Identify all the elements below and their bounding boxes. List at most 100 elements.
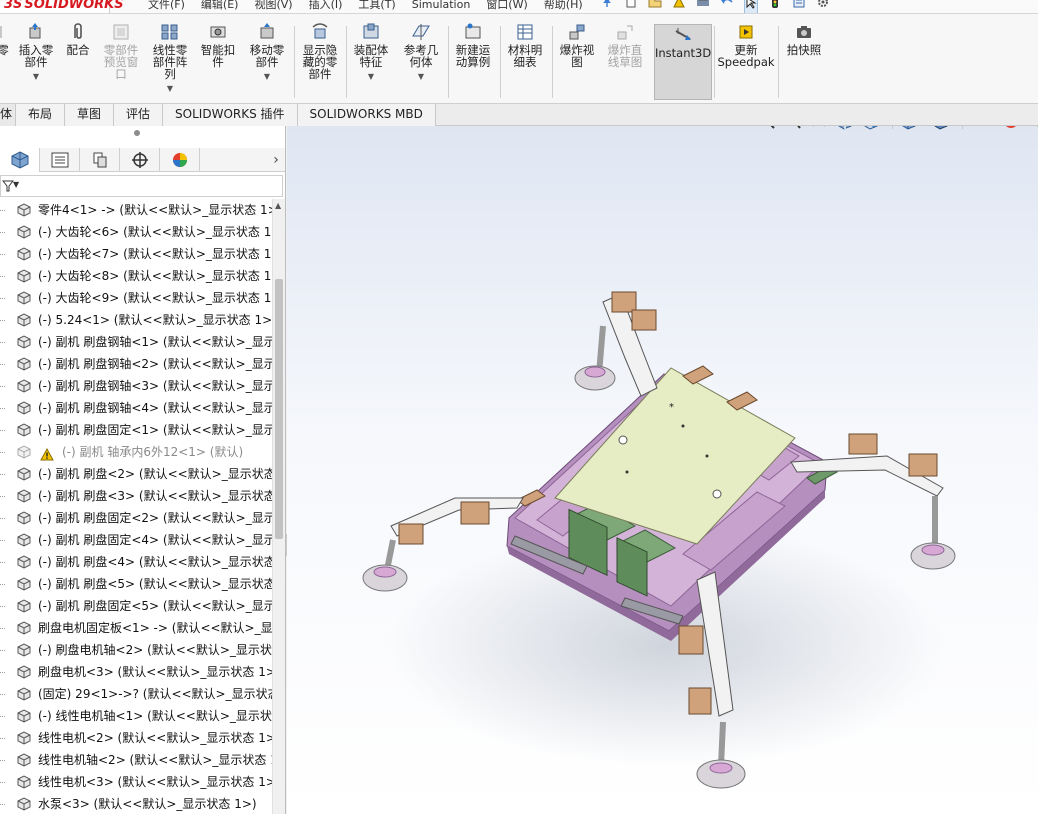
crosshair-icon (131, 152, 148, 168)
tree-item[interactable]: (-) 大齿轮<7> (默认<<默认>_显示状态 1> (0, 243, 273, 265)
chevron-right-icon[interactable]: › (267, 148, 285, 171)
move-component-button[interactable]: 移动零 部件 ▼ (244, 22, 290, 100)
tree-item[interactable]: (-) 副机 刷盘<5> (默认<<默认>_显示状态 (0, 573, 273, 595)
rebuild-warning-icon[interactable] (672, 0, 686, 13)
menu-simulation[interactable]: Simulation (404, 0, 479, 13)
traffic-light-icon[interactable] (768, 0, 782, 13)
tree-item[interactable]: (-) 副机 刷盘固定<5> (默认<<默认>_显示状 (0, 595, 273, 617)
chevron-down-icon[interactable]: ▼ (146, 83, 194, 95)
assembly-model[interactable]: * (287, 126, 1038, 814)
undo-icon[interactable] (720, 0, 734, 13)
tree-item[interactable]: (-) 刷盘电机轴<2> (默认<<默认>_显示状态 (0, 639, 273, 661)
menu-edit[interactable]: 编辑(E) (193, 0, 247, 13)
exploded-view-button[interactable]: 爆炸视 图 (554, 22, 600, 100)
pin-icon[interactable] (600, 0, 614, 13)
chevron-down-icon[interactable]: ▼ (348, 71, 394, 83)
tree-item[interactable]: (-) 副机 刷盘固定<2> (默认<<默认>_显示状 (0, 507, 273, 529)
tree-item[interactable]: 线性电机<3> (默认<<默认>_显示状态 1>) (0, 771, 273, 793)
tree-item[interactable]: (-) 副机 刷盘钢轴<3> (默认<<默认>_显示状 (0, 375, 273, 397)
tree-item[interactable]: (-) 线性电机轴<1> (默认<<默认>_显示状态 (0, 705, 273, 727)
tree-item[interactable]: (-) 副机 刷盘固定<4> (默认<<默认>_显示状 (0, 529, 273, 551)
chevron-down-icon[interactable]: ▼ (398, 71, 444, 83)
tab-solidworks-mbd[interactable]: SOLIDWORKS MBD (297, 104, 436, 126)
menu-view[interactable]: 视图(V) (246, 0, 300, 13)
tab-solidworks-addins[interactable]: SOLIDWORKS 插件 (163, 104, 298, 126)
bill-of-materials-button[interactable]: 材料明 细表 (502, 22, 548, 100)
file-properties-icon[interactable] (792, 0, 806, 13)
tree-item[interactable]: (固定) 29<1>->? (默认<<默认>_显示状态 (0, 683, 273, 705)
graphics-area[interactable]: ▼ ▼ ▼ ▼ ▼ (287, 126, 1038, 814)
chevron-down-icon[interactable]: ▼ (244, 71, 290, 83)
tab-featuremanager[interactable] (0, 148, 40, 172)
tree-item-label: (-) 刷盘电机轴<2> (默认<<默认>_显示状态 (38, 643, 273, 657)
panel-collapse-handle[interactable] (134, 130, 140, 136)
tree-item[interactable]: 零件4<1> -> (默认<<默认>_显示状态 1>) (0, 199, 273, 221)
leg-back[interactable] (574, 291, 658, 397)
chevron-down-icon[interactable]: ▼ (14, 71, 58, 83)
update-speedpak-button[interactable]: 更新 Speedpak (716, 22, 776, 100)
tab-layout[interactable]: 布局 (16, 104, 66, 126)
tree-item[interactable]: (-) 大齿轮<8> (默认<<默认>_显示状态 1> (0, 265, 273, 287)
smart-fasteners-button[interactable]: 智能扣 件 (196, 22, 240, 100)
tree-item[interactable]: 线性电机轴<2> (默认<<默认>_显示状态 1 (0, 749, 273, 771)
tree-filter-bar[interactable]: ▼ (0, 175, 283, 197)
tab-sketch[interactable]: 草图 (65, 104, 115, 126)
assembly-features-button[interactable]: 装配体 特征 ▼ (348, 22, 394, 100)
component-preview-button[interactable]: 零部件 预览窗 口 (98, 22, 144, 100)
show-hidden-components-button[interactable]: 显示隐 藏的零 部件 (298, 22, 342, 100)
chevron-down-icon[interactable]: ▼ (13, 180, 19, 189)
mate-button[interactable]: 配合 (60, 22, 96, 100)
solidworks-logo[interactable]: 3S SOLIDWORKS (0, 0, 124, 13)
tree-item[interactable]: (-) 副机 刷盘固定<1> (默认<<默认>_显示状 (0, 419, 273, 441)
tree-item[interactable]: (-) 副机 轴承内6外12<1> (默认) (0, 441, 273, 463)
tab-displaymanager[interactable] (160, 148, 200, 172)
tab-dimxpertmanager[interactable] (120, 148, 160, 172)
main-menu: 文件(F) 编辑(E) 视图(V) 插入(I) 工具(T) Simulation… (140, 0, 591, 13)
options-gear-icon[interactable] (816, 0, 830, 13)
linear-component-pattern-button[interactable]: 线性零 部件阵 列 ▼ (146, 22, 194, 100)
tree-item[interactable]: 刷盘电机固定板<1> -> (默认<<默认>_显示 (0, 617, 273, 639)
explode-line-sketch-button[interactable]: 爆炸直 线草图 (602, 22, 648, 100)
tree-item[interactable]: (-) 5.24<1> (默认<<默认>_显示状态 1>) (0, 309, 273, 331)
tree-item[interactable]: (-) 副机 刷盘<2> (默认<<默认>_显示状态 (0, 463, 273, 485)
tab-assembly[interactable]: 体 (0, 104, 16, 126)
tree-item[interactable]: (-) 大齿轮<6> (默认<<默认>_显示状态 1> (0, 221, 273, 243)
tree-item[interactable]: 线性电机<2> (默认<<默认>_显示状态 1>) (0, 727, 273, 749)
insert-components-button[interactable]: 插入零 部件 ▼ (14, 22, 58, 100)
reference-geometry-button[interactable]: 参考几 何体 ▼ (398, 22, 444, 100)
part-component-icon (16, 796, 32, 814)
scroll-up-icon[interactable]: ▲ (275, 201, 281, 210)
open-icon[interactable] (648, 0, 662, 13)
select-icon[interactable] (744, 0, 758, 13)
take-snapshot-button[interactable]: 拍快照 (780, 22, 828, 100)
tree-item-label: 线性电机<2> (默认<<默认>_显示状态 1>) (38, 731, 273, 745)
tree-item[interactable]: (-) 副机 刷盘钢轴<1> (默认<<默认>_显示状 (0, 331, 273, 353)
menu-file[interactable]: 文件(F) (140, 0, 193, 13)
tree-item[interactable]: 刷盘电机<3> (默认<<默认>_显示状态 1>) (0, 661, 273, 683)
tree-item-label: (-) 副机 刷盘<5> (默认<<默认>_显示状态 (38, 577, 273, 591)
new-motion-study-button[interactable]: 新建运 动算例 (450, 22, 496, 100)
tab-propertymanager[interactable] (40, 148, 80, 172)
tree-item-label: (-) 大齿轮<6> (默认<<默认>_显示状态 1> (38, 225, 273, 239)
print-icon[interactable] (696, 0, 710, 13)
menu-tools[interactable]: 工具(T) (350, 0, 403, 13)
menu-help[interactable]: 帮助(H) (536, 0, 591, 13)
tree-connector (0, 243, 6, 265)
new-document-icon[interactable] (624, 0, 638, 13)
instant3d-button[interactable]: Instant3D (654, 24, 712, 100)
tree-item[interactable]: 水泵<3> (默认<<默认>_显示状态 1>) (0, 793, 273, 814)
tab-evaluate[interactable]: 评估 (114, 104, 164, 126)
menu-insert[interactable]: 插入(I) (301, 0, 351, 13)
tree-item-label: (-) 副机 刷盘<3> (默认<<默认>_显示状态 (38, 489, 273, 503)
tree-item[interactable]: (-) 副机 刷盘<3> (默认<<默认>_显示状态 (0, 485, 273, 507)
menu-window[interactable]: 窗口(W) (478, 0, 535, 13)
tree-item[interactable]: (-) 副机 刷盘钢轴<2> (默认<<默认>_显示状 (0, 353, 273, 375)
scrollbar-thumb[interactable] (275, 279, 283, 539)
tree-connector (0, 309, 6, 331)
command-partial-button[interactable]: 零 (0, 22, 10, 100)
tree-scrollbar[interactable]: ▲ (272, 199, 285, 814)
tree-item[interactable]: (-) 大齿轮<9> (默认<<默认>_显示状态 1> (0, 287, 273, 309)
tree-item[interactable]: (-) 副机 刷盘<4> (默认<<默认>_显示状态 (0, 551, 273, 573)
tab-configurationmanager[interactable] (80, 148, 120, 172)
tree-item[interactable]: (-) 副机 刷盘钢轴<4> (默认<<默认>_显示状 (0, 397, 273, 419)
